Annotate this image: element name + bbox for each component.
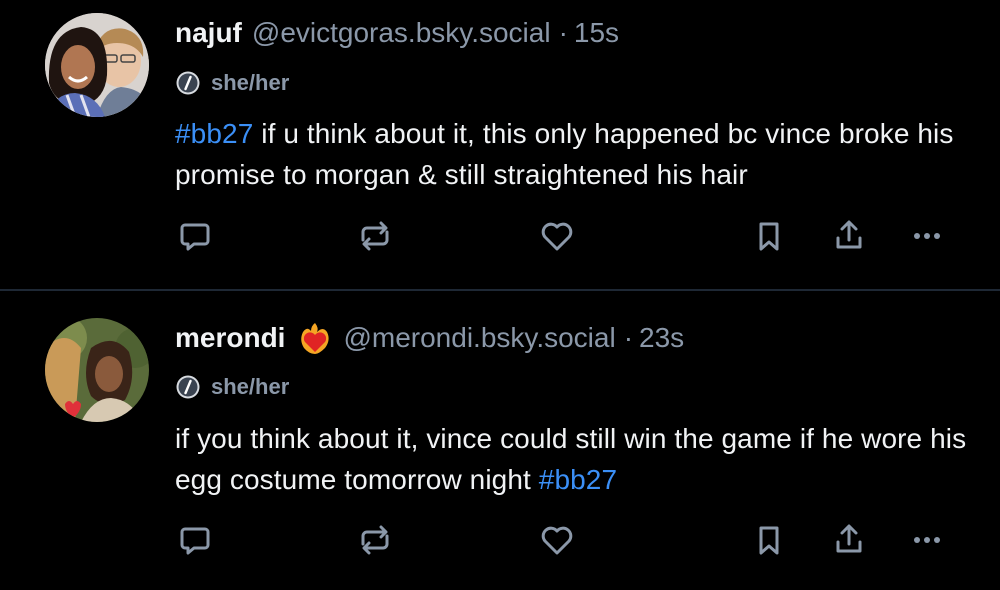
display-name[interactable]: merondi <box>175 322 285 354</box>
reply-button[interactable] <box>172 517 218 563</box>
timestamp[interactable]: 23s <box>639 322 684 354</box>
hashtag-link[interactable]: #bb27 <box>175 118 253 149</box>
pronouns-label: she/her <box>211 70 290 95</box>
handle[interactable]: @evictgoras.bsky.social <box>252 17 551 49</box>
share-button[interactable] <box>826 213 872 259</box>
more-options-button[interactable] <box>904 213 950 259</box>
post-text: #bb27 if u think about it, this only hap… <box>175 113 975 195</box>
repost-icon <box>361 221 389 251</box>
post-header: merondi @merondi.bsky.social · 23s <box>175 318 684 358</box>
repost-button[interactable] <box>352 213 398 259</box>
like-button[interactable] <box>534 213 580 259</box>
like-icon <box>541 222 573 251</box>
share-icon <box>836 220 862 249</box>
bookmark-icon <box>759 526 779 555</box>
more-icon <box>914 233 940 239</box>
post-item[interactable]: najuf @evictgoras.bsky.social · 15s she/… <box>0 0 1000 290</box>
post-actions <box>0 517 1000 563</box>
reply-icon <box>180 223 210 251</box>
more-options-button[interactable] <box>904 517 950 563</box>
pronouns-label: she/her <box>211 374 290 399</box>
bookmark-button[interactable] <box>746 213 792 259</box>
bookmark-button[interactable] <box>746 517 792 563</box>
display-name[interactable]: najuf <box>175 17 242 49</box>
separator: · <box>623 322 634 353</box>
heart-on-fire-emoji <box>297 320 333 356</box>
share-icon <box>836 524 862 553</box>
avatar[interactable] <box>45 318 149 422</box>
pronouns-row: she/her <box>175 70 289 96</box>
like-icon <box>541 526 573 555</box>
post-item[interactable]: merondi @merondi.bsky.social · 23s she/h… <box>0 291 1000 590</box>
handle[interactable]: @merondi.bsky.social <box>343 322 615 354</box>
bookmark-icon <box>759 222 779 251</box>
more-icon <box>914 537 940 543</box>
slash-badge-icon <box>175 70 201 96</box>
reply-icon <box>180 527 210 555</box>
post-text: if you think about it, vince could still… <box>175 418 975 500</box>
timestamp[interactable]: 15s <box>574 17 619 49</box>
slash-badge-icon <box>175 374 201 400</box>
avatar[interactable] <box>45 13 149 117</box>
post-header: najuf @evictgoras.bsky.social · 15s <box>175 13 619 53</box>
hashtag-link[interactable]: #bb27 <box>539 464 617 495</box>
post-text-body: if u think about it, this only happened … <box>175 118 954 190</box>
like-button[interactable] <box>534 517 580 563</box>
share-button[interactable] <box>826 517 872 563</box>
repost-icon <box>361 525 389 555</box>
reply-button[interactable] <box>172 213 218 259</box>
separator: · <box>558 17 568 48</box>
pronouns-row: she/her <box>175 374 289 400</box>
post-actions <box>0 213 1000 259</box>
repost-button[interactable] <box>352 517 398 563</box>
